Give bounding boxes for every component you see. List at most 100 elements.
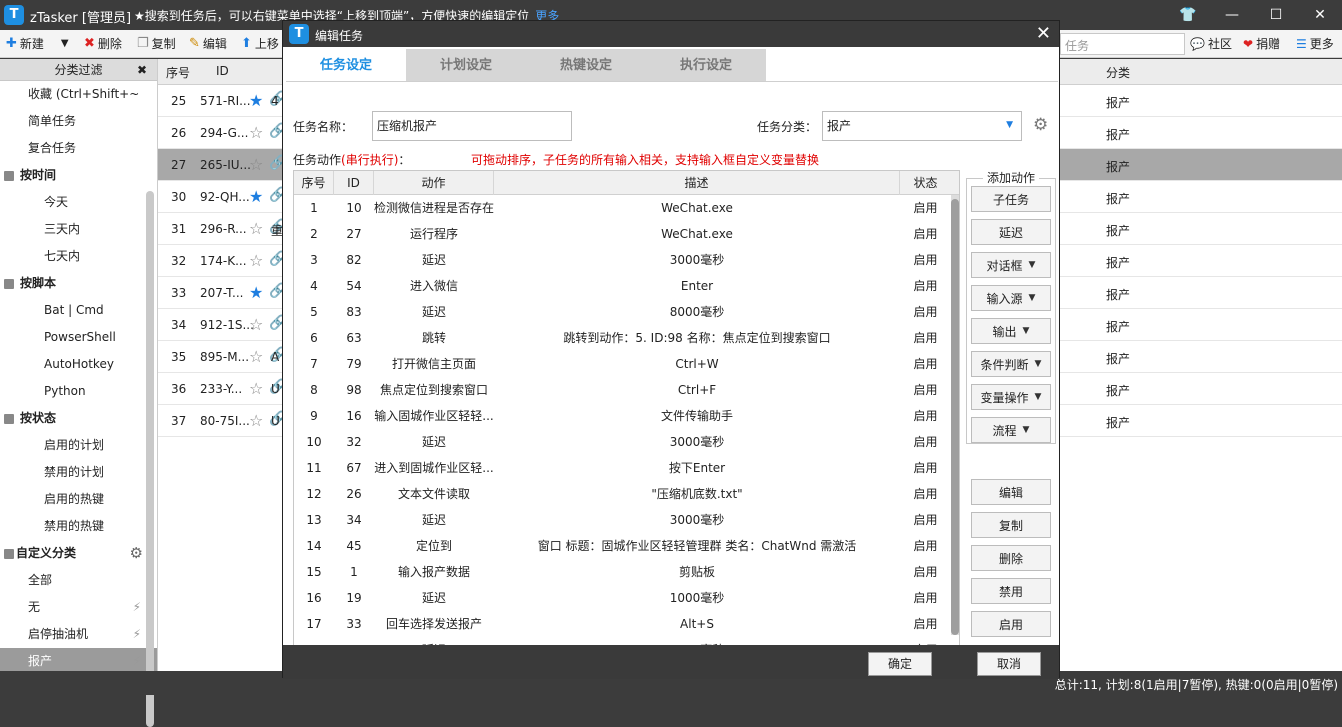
edit-action-button[interactable]: 删除 bbox=[971, 545, 1051, 571]
add-action-button[interactable]: 条件判断 ▼ bbox=[971, 351, 1051, 377]
tab-schedule-settings[interactable]: 计划设定 bbox=[406, 49, 526, 81]
table-row[interactable]: 9 16 输入固城作业区轻轻... 文件传输助手 启用 bbox=[294, 403, 959, 429]
task-name-label: 任务名称： bbox=[293, 120, 354, 134]
table-row[interactable]: 1 10 检测微信进程是否存在 WeChat.exe 启用 bbox=[294, 195, 959, 221]
minimize-icon[interactable]: — bbox=[1210, 0, 1254, 30]
star-outline-icon[interactable]: ☆ bbox=[249, 219, 263, 238]
new-button[interactable]: ✚ 新建 ▼ bbox=[6, 35, 69, 52]
gear-icon[interactable]: ⚙ bbox=[130, 540, 143, 567]
close-filter-icon[interactable]: ✖ bbox=[137, 59, 147, 81]
table-row[interactable]: 2 27 运行程序 WeChat.exe 启用 bbox=[294, 221, 959, 247]
sidebar-item-today[interactable]: 今天 bbox=[0, 189, 157, 216]
edit-action-button[interactable]: 复制 bbox=[971, 512, 1051, 538]
category-gear-icon[interactable]: ⚙ bbox=[1033, 115, 1048, 135]
table-row[interactable]: 5 83 延迟 8000毫秒 启用 bbox=[294, 299, 959, 325]
ok-button[interactable]: 确定 bbox=[868, 652, 932, 676]
col-action-name[interactable]: 动作 bbox=[374, 171, 494, 195]
star-filled-icon[interactable]: ★ bbox=[249, 91, 263, 110]
copy-button[interactable]: ❐ 复制 bbox=[137, 35, 176, 52]
add-action-button[interactable]: 流程 ▼ bbox=[971, 417, 1051, 443]
star-outline-icon[interactable]: ☆ bbox=[249, 347, 263, 366]
sidebar-item-disabled-hotkeys[interactable]: 禁用的热键 bbox=[0, 513, 157, 540]
sidebar-item-all[interactable]: 全部 bbox=[0, 567, 157, 594]
tab-task-settings[interactable]: 任务设定 bbox=[286, 49, 406, 81]
sidebar-group-custom[interactable]: 自定义分类 ⚙ bbox=[0, 540, 157, 567]
col-category[interactable]: 分类 bbox=[1106, 64, 1130, 81]
skin-icon[interactable]: 👕 bbox=[1166, 0, 1210, 30]
table-row[interactable]: 4 54 进入微信 Enter 启用 bbox=[294, 273, 959, 299]
table-row[interactable]: 13 34 延迟 3000毫秒 启用 bbox=[294, 507, 959, 533]
sidebar-item-pump[interactable]: 启停抽油机 ⚡ bbox=[0, 621, 157, 648]
tab-hotkey-settings[interactable]: 热键设定 bbox=[526, 49, 646, 81]
table-row[interactable]: 6 63 跳转 跳转到动作：5. ID:98 名称：焦点定位到搜索窗口 启用 bbox=[294, 325, 959, 351]
search-input[interactable]: 任务 bbox=[1060, 33, 1185, 55]
sidebar-item-autohotkey[interactable]: AutoHotkey bbox=[0, 351, 157, 378]
sidebar-scrollbar[interactable] bbox=[146, 191, 154, 727]
star-filled-icon[interactable]: ★ bbox=[249, 187, 263, 206]
col-action-desc[interactable]: 描述 bbox=[494, 171, 900, 195]
sidebar-item-compound[interactable]: 复合任务 bbox=[0, 135, 157, 162]
star-outline-icon[interactable]: ☆ bbox=[249, 251, 263, 270]
table-row[interactable]: 11 67 进入到固城作业区轻... 按下Enter 启用 bbox=[294, 455, 959, 481]
edit-button[interactable]: ✎ 编辑 bbox=[189, 35, 227, 52]
actions-scroll-thumb[interactable] bbox=[951, 199, 959, 635]
sidebar-item-simple[interactable]: 简单任务 bbox=[0, 108, 157, 135]
more-button[interactable]: ☰ 更多 bbox=[1296, 35, 1334, 52]
sidebar-item-7days[interactable]: 七天内 bbox=[0, 243, 157, 270]
edit-action-button[interactable]: 编辑 bbox=[971, 479, 1051, 505]
add-action-button[interactable]: 子任务 bbox=[971, 186, 1051, 212]
table-row[interactable]: 15 1 输入报产数据 剪贴板 启用 bbox=[294, 559, 959, 585]
new-dropdown-icon[interactable]: ▼ bbox=[61, 38, 69, 49]
sidebar-group-time[interactable]: 按时间 bbox=[0, 162, 157, 189]
sidebar-item-favorites[interactable]: 收藏 (Ctrl+Shift+~ bbox=[0, 81, 157, 108]
add-action-button[interactable]: 输出 ▼ bbox=[971, 318, 1051, 344]
edit-action-button[interactable]: 启用 bbox=[971, 611, 1051, 637]
col-action-id[interactable]: ID bbox=[334, 171, 374, 195]
cancel-button[interactable]: 取消 bbox=[977, 652, 1041, 676]
add-action-button[interactable]: 输入源 ▼ bbox=[971, 285, 1051, 311]
sidebar-item-none[interactable]: 无 ⚡ bbox=[0, 594, 157, 621]
star-outline-icon[interactable]: ☆ bbox=[249, 411, 263, 430]
category-select[interactable]: 报产 ▼ bbox=[822, 111, 1022, 141]
table-row[interactable]: 12 26 文本文件读取 "压缩机底数.txt" 启用 bbox=[294, 481, 959, 507]
add-action-button[interactable]: 变量操作 ▼ bbox=[971, 384, 1051, 410]
table-row[interactable]: 7 79 打开微信主页面 Ctrl+W 启用 bbox=[294, 351, 959, 377]
sidebar-item-enabled-plans[interactable]: 启用的计划 bbox=[0, 432, 157, 459]
table-row[interactable]: 14 45 定位到 窗口 标题：固城作业区轻轻管理群 类名：ChatWnd 需激活 启用 bbox=[294, 533, 959, 559]
star-outline-icon[interactable]: ☆ bbox=[249, 123, 263, 142]
col-id[interactable]: ID bbox=[216, 64, 229, 78]
sidebar-item-3days[interactable]: 三天内 bbox=[0, 216, 157, 243]
table-row[interactable]: 10 32 延迟 3000毫秒 启用 bbox=[294, 429, 959, 455]
task-name-input[interactable]: 压缩机报产 bbox=[372, 111, 572, 141]
delete-button[interactable]: ✖ 删除 bbox=[84, 35, 122, 52]
sidebar-item-enabled-hotkeys[interactable]: 启用的热键 bbox=[0, 486, 157, 513]
table-row[interactable]: 8 98 焦点定位到搜索窗口 Ctrl+F 启用 bbox=[294, 377, 959, 403]
col-action-seq[interactable]: 序号 bbox=[294, 171, 334, 195]
star-outline-icon[interactable]: ☆ bbox=[249, 315, 263, 334]
add-action-button[interactable]: 对话框 ▼ bbox=[971, 252, 1051, 278]
close-icon[interactable]: ✕ bbox=[1298, 0, 1342, 30]
tab-exec-settings[interactable]: 执行设定 bbox=[646, 49, 766, 81]
actions-scrollbar[interactable] bbox=[951, 195, 959, 635]
star-outline-icon[interactable]: ☆ bbox=[249, 379, 263, 398]
sidebar-group-script[interactable]: 按脚本 bbox=[0, 270, 157, 297]
sidebar-item-python[interactable]: Python bbox=[0, 378, 157, 405]
table-row[interactable]: 17 33 回车选择发送报产 Alt+S 启用 bbox=[294, 611, 959, 637]
star-outline-icon[interactable]: ☆ bbox=[249, 155, 263, 174]
star-filled-icon[interactable]: ★ bbox=[249, 283, 263, 302]
donate-button[interactable]: ❤ 捐赠 bbox=[1243, 35, 1280, 52]
community-button[interactable]: 💬 社区 bbox=[1190, 35, 1232, 52]
edit-action-button[interactable]: 禁用 bbox=[971, 578, 1051, 604]
col-action-state[interactable]: 状态 bbox=[900, 171, 951, 195]
sidebar-item-powershell[interactable]: PowserShell bbox=[0, 324, 157, 351]
table-row[interactable]: 3 82 延迟 3000毫秒 启用 bbox=[294, 247, 959, 273]
table-row[interactable]: 16 19 延迟 1000毫秒 启用 bbox=[294, 585, 959, 611]
dialog-close-icon[interactable]: ✕ bbox=[1036, 23, 1051, 44]
move-up-button[interactable]: ⬆ 上移 bbox=[241, 35, 279, 52]
col-seq[interactable]: 序号 bbox=[166, 64, 190, 81]
sidebar-item-bat[interactable]: Bat | Cmd bbox=[0, 297, 157, 324]
sidebar-item-disabled-plans[interactable]: 禁用的计划 bbox=[0, 459, 157, 486]
add-action-button[interactable]: 延迟 bbox=[971, 219, 1051, 245]
sidebar-group-state[interactable]: 按状态 bbox=[0, 405, 157, 432]
maximize-icon[interactable]: ☐ bbox=[1254, 0, 1298, 30]
